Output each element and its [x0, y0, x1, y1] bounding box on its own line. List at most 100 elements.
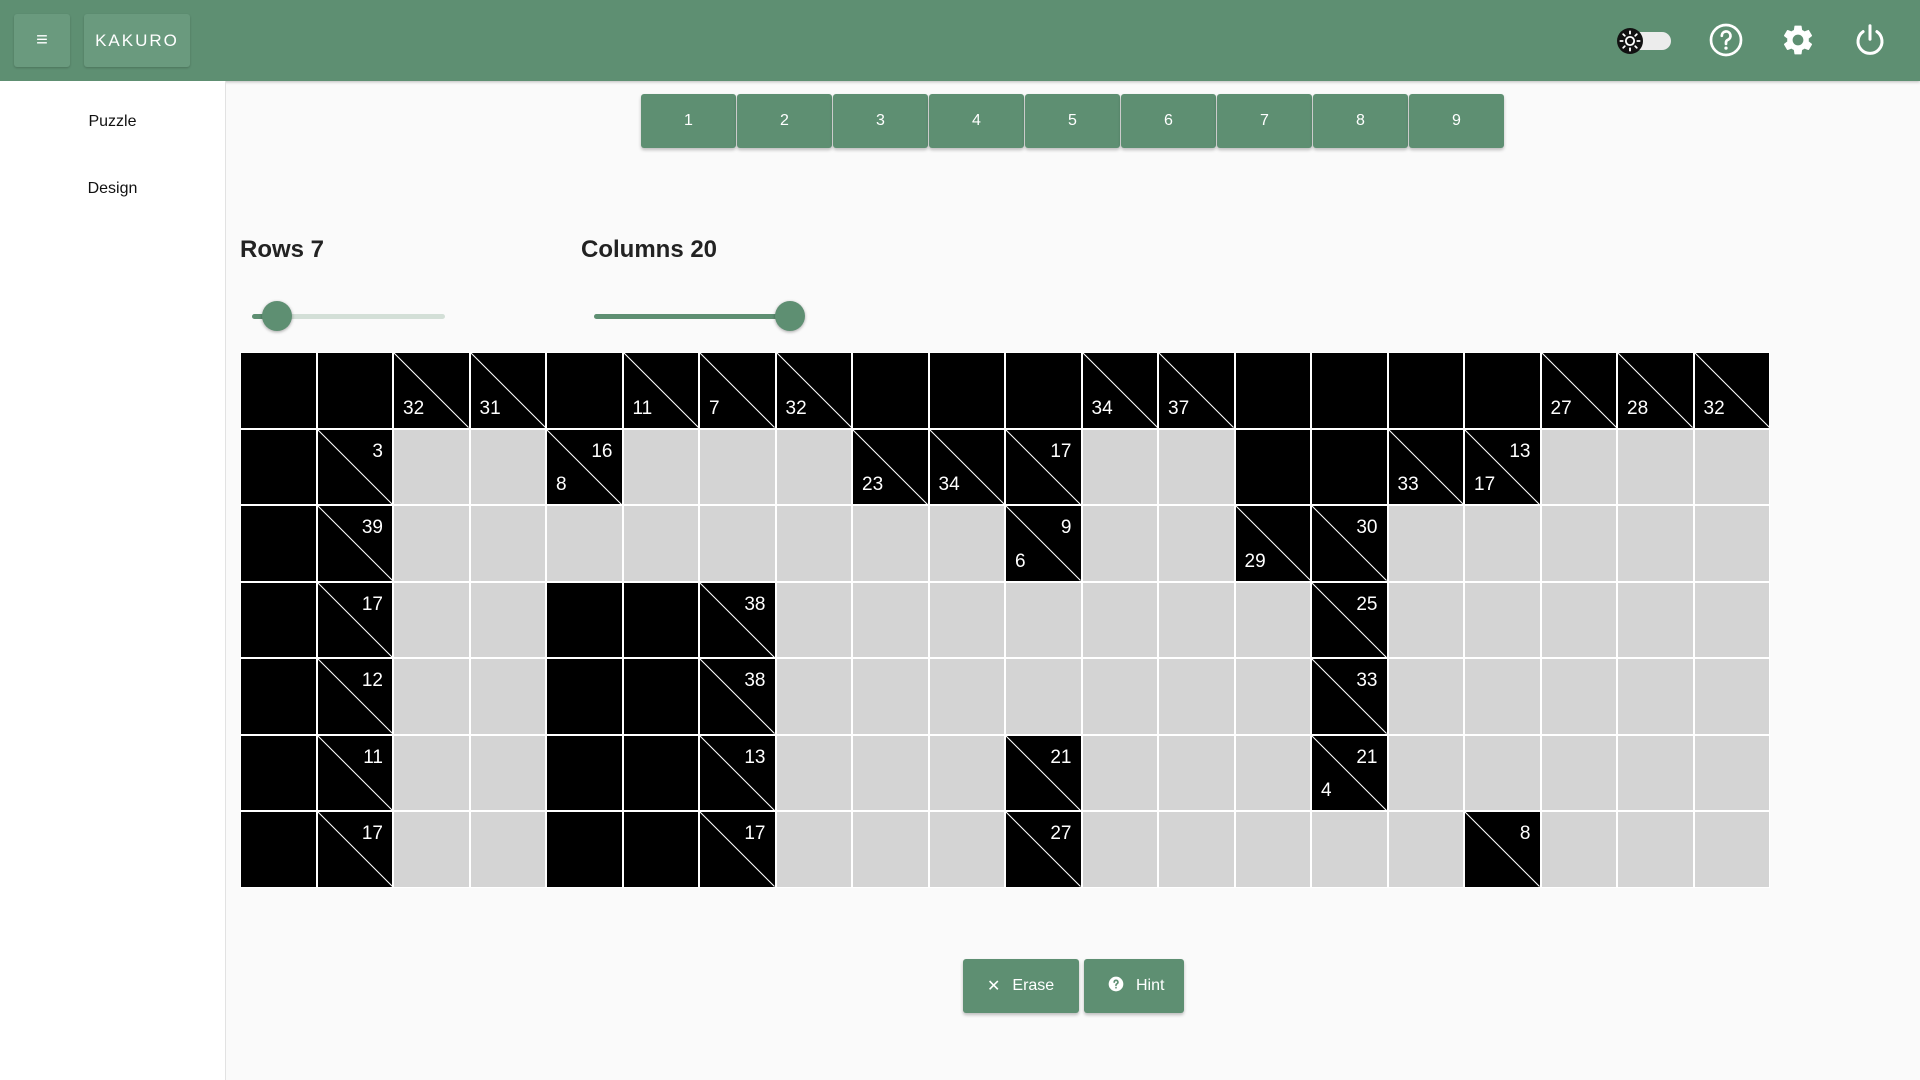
entry-cell[interactable]	[1311, 811, 1388, 888]
entry-cell[interactable]	[1387, 734, 1464, 811]
entry-cell[interactable]	[775, 734, 852, 811]
number-button-7[interactable]: 7	[1217, 94, 1312, 148]
entry-cell[interactable]	[1693, 428, 1770, 505]
entry-cell[interactable]	[1387, 811, 1464, 888]
entry-cell[interactable]	[469, 811, 546, 888]
number-button-2[interactable]: 2	[737, 94, 832, 148]
entry-cell[interactable]	[622, 505, 699, 582]
entry-cell[interactable]	[699, 505, 776, 582]
entry-cell[interactable]	[469, 734, 546, 811]
entry-cell[interactable]	[393, 581, 470, 658]
number-button-1[interactable]: 1	[641, 94, 736, 148]
entry-cell[interactable]	[928, 505, 1005, 582]
entry-cell[interactable]	[852, 658, 929, 735]
entry-cell[interactable]	[1081, 428, 1158, 505]
entry-cell[interactable]	[1234, 811, 1311, 888]
number-button-6[interactable]: 6	[1121, 94, 1216, 148]
erase-button[interactable]: ✕ Erase	[963, 959, 1079, 1013]
theme-toggle[interactable]	[1617, 28, 1673, 54]
power-icon[interactable]	[1852, 22, 1888, 58]
entry-cell[interactable]	[1464, 505, 1541, 582]
rows-slider[interactable]	[248, 300, 445, 332]
entry-cell[interactable]	[775, 658, 852, 735]
entry-cell[interactable]	[775, 811, 852, 888]
hint-button[interactable]: Hint	[1084, 959, 1184, 1013]
entry-cell[interactable]	[775, 581, 852, 658]
entry-cell[interactable]	[1387, 581, 1464, 658]
number-button-3[interactable]: 3	[833, 94, 928, 148]
number-button-5[interactable]: 5	[1025, 94, 1120, 148]
settings-gear-icon[interactable]	[1780, 22, 1816, 58]
entry-cell[interactable]	[852, 581, 929, 658]
entry-cell[interactable]	[1540, 734, 1617, 811]
entry-cell[interactable]	[469, 581, 546, 658]
entry-cell[interactable]	[1693, 581, 1770, 658]
entry-cell[interactable]	[1158, 658, 1235, 735]
entry-cell[interactable]	[1081, 658, 1158, 735]
entry-cell[interactable]	[1005, 581, 1082, 658]
entry-cell[interactable]	[1387, 658, 1464, 735]
hamburger-menu-icon[interactable]: ≡	[14, 14, 70, 67]
entry-cell[interactable]	[699, 428, 776, 505]
entry-cell[interactable]	[1464, 658, 1541, 735]
number-button-8[interactable]: 8	[1313, 94, 1408, 148]
entry-cell[interactable]	[1693, 811, 1770, 888]
columns-slider-thumb[interactable]	[775, 301, 805, 331]
entry-cell[interactable]	[1158, 734, 1235, 811]
entry-cell[interactable]	[1540, 581, 1617, 658]
sidebar-item-design[interactable]: Design	[0, 169, 225, 209]
entry-cell[interactable]	[928, 581, 1005, 658]
entry-cell[interactable]	[1081, 734, 1158, 811]
entry-cell[interactable]	[928, 734, 1005, 811]
entry-cell[interactable]	[1693, 505, 1770, 582]
entry-cell[interactable]	[1617, 811, 1694, 888]
entry-cell[interactable]	[1081, 811, 1158, 888]
entry-cell[interactable]	[1158, 505, 1235, 582]
entry-cell[interactable]	[393, 658, 470, 735]
entry-cell[interactable]	[1234, 734, 1311, 811]
entry-cell[interactable]	[1617, 428, 1694, 505]
entry-cell[interactable]	[852, 811, 929, 888]
number-button-9[interactable]: 9	[1409, 94, 1504, 148]
entry-cell[interactable]	[1387, 505, 1464, 582]
entry-cell[interactable]	[622, 428, 699, 505]
entry-cell[interactable]	[1540, 505, 1617, 582]
entry-cell[interactable]	[393, 811, 470, 888]
entry-cell[interactable]	[1464, 734, 1541, 811]
entry-cell[interactable]	[1617, 658, 1694, 735]
rows-slider-thumb[interactable]	[262, 301, 293, 331]
entry-cell[interactable]	[1540, 811, 1617, 888]
entry-cell[interactable]	[928, 658, 1005, 735]
app-title[interactable]: KAKURO	[84, 14, 190, 67]
entry-cell[interactable]	[1234, 581, 1311, 658]
entry-cell[interactable]	[469, 505, 546, 582]
number-button-4[interactable]: 4	[929, 94, 1024, 148]
entry-cell[interactable]	[393, 505, 470, 582]
entry-cell[interactable]	[1158, 428, 1235, 505]
entry-cell[interactable]	[928, 811, 1005, 888]
entry-cell[interactable]	[1617, 734, 1694, 811]
entry-cell[interactable]	[1158, 811, 1235, 888]
help-icon[interactable]	[1708, 22, 1744, 58]
entry-cell[interactable]	[1081, 505, 1158, 582]
entry-cell[interactable]	[1005, 658, 1082, 735]
entry-cell[interactable]	[852, 505, 929, 582]
entry-cell[interactable]	[775, 428, 852, 505]
entry-cell[interactable]	[1540, 428, 1617, 505]
sidebar-item-puzzle[interactable]: Puzzle	[0, 102, 225, 142]
entry-cell[interactable]	[852, 734, 929, 811]
entry-cell[interactable]	[1234, 658, 1311, 735]
entry-cell[interactable]	[1540, 658, 1617, 735]
entry-cell[interactable]	[1464, 581, 1541, 658]
entry-cell[interactable]	[469, 428, 546, 505]
entry-cell[interactable]	[1617, 505, 1694, 582]
entry-cell[interactable]	[393, 734, 470, 811]
entry-cell[interactable]	[1693, 658, 1770, 735]
entry-cell[interactable]	[775, 505, 852, 582]
entry-cell[interactable]	[1158, 581, 1235, 658]
entry-cell[interactable]	[1693, 734, 1770, 811]
entry-cell[interactable]	[1617, 581, 1694, 658]
entry-cell[interactable]	[393, 428, 470, 505]
entry-cell[interactable]	[546, 505, 623, 582]
entry-cell[interactable]	[1081, 581, 1158, 658]
